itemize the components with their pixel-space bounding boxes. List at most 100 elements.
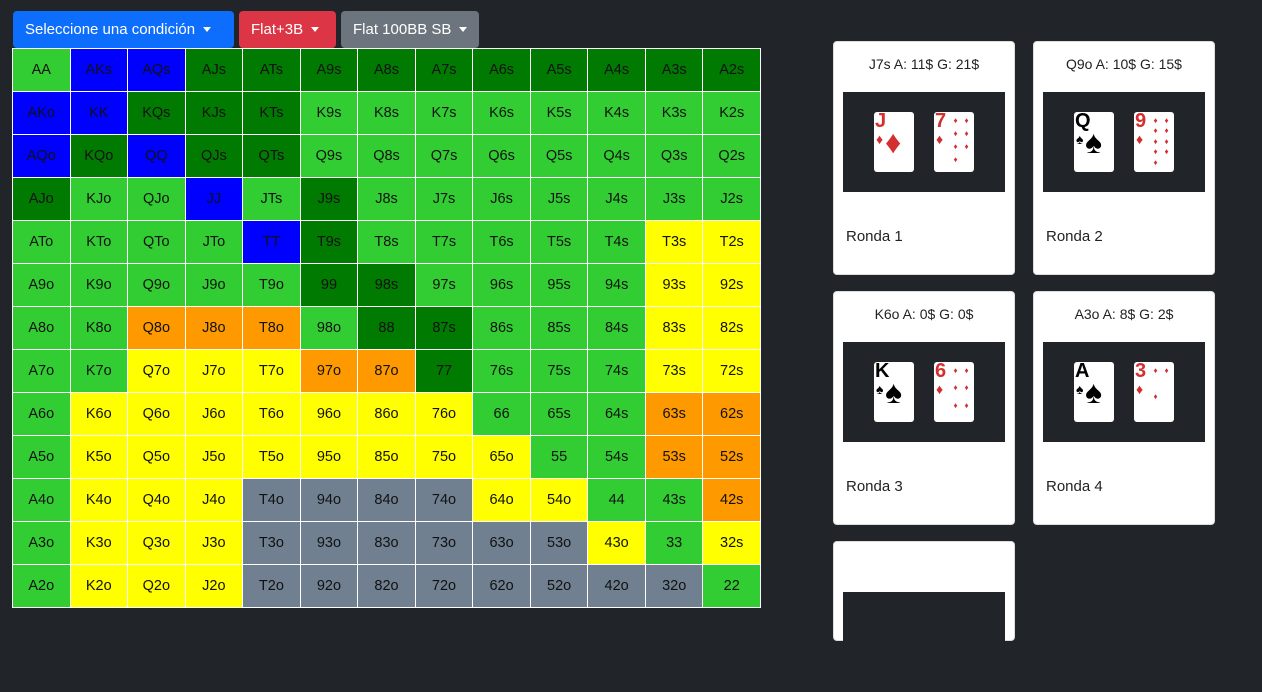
hand-cell-QQ[interactable]: QQ bbox=[128, 135, 185, 177]
hand-cell-K7o[interactable]: K7o bbox=[70, 350, 128, 392]
hand-cell-85o[interactable]: 85o bbox=[358, 436, 415, 478]
condition-dropdown[interactable]: Seleccione una condición bbox=[13, 11, 234, 48]
hand-cell-J7o[interactable]: J7o bbox=[185, 350, 243, 392]
hand-cell-64s[interactable]: 64s bbox=[588, 393, 645, 435]
hand-cell-A3s[interactable]: A3s bbox=[645, 49, 703, 91]
hand-cell-K3o[interactable]: K3o bbox=[70, 522, 128, 564]
hand-cell-33[interactable]: 33 bbox=[645, 522, 703, 564]
hand-cell-77[interactable]: 77 bbox=[415, 350, 473, 392]
hand-cell-88[interactable]: 88 bbox=[358, 307, 415, 349]
hand-cell-64o[interactable]: 64o bbox=[473, 479, 530, 521]
hand-cell-76o[interactable]: 76o bbox=[415, 393, 473, 435]
hand-cell-87o[interactable]: 87o bbox=[358, 350, 415, 392]
hand-cell-AQs[interactable]: AQs bbox=[128, 49, 185, 91]
hand-cell-K7s[interactable]: K7s bbox=[415, 92, 473, 134]
hand-cell-T5o[interactable]: T5o bbox=[243, 436, 300, 478]
hand-cell-KQs[interactable]: KQs bbox=[128, 92, 185, 134]
hand-cell-62o[interactable]: 62o bbox=[473, 565, 530, 607]
hand-cell-Q8o[interactable]: Q8o bbox=[128, 307, 185, 349]
hand-cell-K6o[interactable]: K6o bbox=[70, 393, 128, 435]
hand-cell-J9s[interactable]: J9s bbox=[300, 178, 358, 220]
hand-cell-QJo[interactable]: QJo bbox=[128, 178, 185, 220]
hand-cell-A2s[interactable]: A2s bbox=[703, 49, 760, 91]
hand-cell-54s[interactable]: 54s bbox=[588, 436, 645, 478]
hand-cell-K3s[interactable]: K3s bbox=[645, 92, 703, 134]
hand-cell-97o[interactable]: 97o bbox=[300, 350, 358, 392]
hand-cell-62s[interactable]: 62s bbox=[703, 393, 760, 435]
hand-cell-K8s[interactable]: K8s bbox=[358, 92, 415, 134]
hand-cell-AJs[interactable]: AJs bbox=[185, 49, 243, 91]
hand-cell-Q2s[interactable]: Q2s bbox=[703, 135, 760, 177]
hand-cell-Q9s[interactable]: Q9s bbox=[300, 135, 358, 177]
hand-cell-84s[interactable]: 84s bbox=[588, 307, 645, 349]
hand-cell-A7s[interactable]: A7s bbox=[415, 49, 473, 91]
hand-cell-K2s[interactable]: K2s bbox=[703, 92, 760, 134]
hand-cell-K5o[interactable]: K5o bbox=[70, 436, 128, 478]
hand-cell-JTo[interactable]: JTo bbox=[185, 221, 243, 263]
hand-cell-65o[interactable]: 65o bbox=[473, 436, 530, 478]
hand-cell-KTs[interactable]: KTs bbox=[243, 92, 300, 134]
hand-cell-Q3s[interactable]: Q3s bbox=[645, 135, 703, 177]
hand-cell-A4o[interactable]: A4o bbox=[13, 479, 70, 521]
hand-cell-K4s[interactable]: K4s bbox=[588, 92, 645, 134]
hand-cell-A9o[interactable]: A9o bbox=[13, 264, 70, 306]
hand-cell-KTo[interactable]: KTo bbox=[70, 221, 128, 263]
hand-cell-83s[interactable]: 83s bbox=[645, 307, 703, 349]
hand-cell-73s[interactable]: 73s bbox=[645, 350, 703, 392]
hand-cell-Q4s[interactable]: Q4s bbox=[588, 135, 645, 177]
hand-cell-82s[interactable]: 82s bbox=[703, 307, 760, 349]
hand-cell-J8s[interactable]: J8s bbox=[358, 178, 415, 220]
hand-cell-32o[interactable]: 32o bbox=[645, 565, 703, 607]
hand-cell-K8o[interactable]: K8o bbox=[70, 307, 128, 349]
hand-cell-A8s[interactable]: A8s bbox=[358, 49, 415, 91]
hand-cell-53s[interactable]: 53s bbox=[645, 436, 703, 478]
hand-cell-94s[interactable]: 94s bbox=[588, 264, 645, 306]
hand-cell-T8s[interactable]: T8s bbox=[358, 221, 415, 263]
hand-cell-95s[interactable]: 95s bbox=[530, 264, 588, 306]
hand-cell-75o[interactable]: 75o bbox=[415, 436, 473, 478]
hand-cell-QJs[interactable]: QJs bbox=[185, 135, 243, 177]
hand-cell-A5s[interactable]: A5s bbox=[530, 49, 588, 91]
hand-cell-86o[interactable]: 86o bbox=[358, 393, 415, 435]
hand-cell-J2s[interactable]: J2s bbox=[703, 178, 760, 220]
hand-cell-AKs[interactable]: AKs bbox=[70, 49, 128, 91]
hand-cell-T2s[interactable]: T2s bbox=[703, 221, 760, 263]
hand-cell-72o[interactable]: 72o bbox=[415, 565, 473, 607]
hand-cell-K6s[interactable]: K6s bbox=[473, 92, 530, 134]
hand-cell-J4s[interactable]: J4s bbox=[588, 178, 645, 220]
hand-cell-63o[interactable]: 63o bbox=[473, 522, 530, 564]
hand-cell-66[interactable]: 66 bbox=[473, 393, 530, 435]
hand-cell-99[interactable]: 99 bbox=[300, 264, 358, 306]
hand-cell-65s[interactable]: 65s bbox=[530, 393, 588, 435]
hand-cell-AKo[interactable]: AKo bbox=[13, 92, 70, 134]
hand-cell-J4o[interactable]: J4o bbox=[185, 479, 243, 521]
hand-cell-J2o[interactable]: J2o bbox=[185, 565, 243, 607]
hand-cell-94o[interactable]: 94o bbox=[300, 479, 358, 521]
hand-cell-A2o[interactable]: A2o bbox=[13, 565, 70, 607]
hand-cell-Q5s[interactable]: Q5s bbox=[530, 135, 588, 177]
hand-cell-98o[interactable]: 98o bbox=[300, 307, 358, 349]
hand-cell-K5s[interactable]: K5s bbox=[530, 92, 588, 134]
hand-cell-86s[interactable]: 86s bbox=[473, 307, 530, 349]
hand-cell-ATo[interactable]: ATo bbox=[13, 221, 70, 263]
hand-cell-J7s[interactable]: J7s bbox=[415, 178, 473, 220]
hand-cell-63s[interactable]: 63s bbox=[645, 393, 703, 435]
hand-cell-Q3o[interactable]: Q3o bbox=[128, 522, 185, 564]
hand-cell-T5s[interactable]: T5s bbox=[530, 221, 588, 263]
hand-cell-J8o[interactable]: J8o bbox=[185, 307, 243, 349]
hand-cell-74s[interactable]: 74s bbox=[588, 350, 645, 392]
hand-cell-T6s[interactable]: T6s bbox=[473, 221, 530, 263]
hand-cell-87s[interactable]: 87s bbox=[415, 307, 473, 349]
hand-cell-T8o[interactable]: T8o bbox=[243, 307, 300, 349]
hand-cell-A7o[interactable]: A7o bbox=[13, 350, 70, 392]
hand-cell-KK[interactable]: KK bbox=[70, 92, 128, 134]
hand-cell-J5o[interactable]: J5o bbox=[185, 436, 243, 478]
hand-cell-A6s[interactable]: A6s bbox=[473, 49, 530, 91]
hand-cell-J3s[interactable]: J3s bbox=[645, 178, 703, 220]
hand-cell-T7o[interactable]: T7o bbox=[243, 350, 300, 392]
hand-cell-44[interactable]: 44 bbox=[588, 479, 645, 521]
hand-cell-T2o[interactable]: T2o bbox=[243, 565, 300, 607]
hand-cell-ATs[interactable]: ATs bbox=[243, 49, 300, 91]
action-dropdown[interactable]: Flat+3B bbox=[239, 11, 336, 48]
hand-cell-K9s[interactable]: K9s bbox=[300, 92, 358, 134]
